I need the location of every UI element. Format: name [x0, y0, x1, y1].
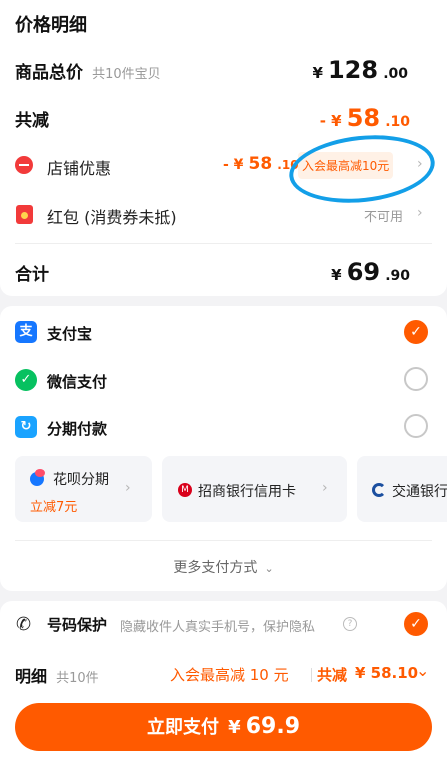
bottom-promo: 入会最高减 10 元: [170, 666, 289, 684]
membership-badge[interactable]: 入会最高减10元: [298, 152, 394, 179]
shop-discount-label: 店铺优惠: [47, 159, 112, 178]
help-icon[interactable]: ?: [343, 617, 357, 631]
alipay-row[interactable]: 支 支付宝 ✓: [15, 318, 432, 348]
shop-discount-row[interactable]: 店铺优惠 - ¥ 58 .10 入会最高减10元 ›: [15, 152, 432, 180]
bottom-separator: [311, 668, 312, 682]
bocom-card-label: 交通银行: [392, 484, 447, 500]
more-payment-divider: [15, 540, 432, 541]
huabei-title: 花呗分期: [53, 472, 109, 488]
cmb-card-label: 招商银行信用卡: [198, 484, 296, 500]
discount-price: - ¥ 58 .10: [319, 104, 410, 132]
chevron-right-icon: ›: [322, 480, 328, 496]
bottom-discount-label: 共减: [317, 666, 348, 684]
red-packet-row[interactable]: 红包 (消费券未抵) 不可用 ›: [15, 201, 432, 229]
more-payment-button[interactable]: 更多支付方式 ⌄: [0, 557, 447, 577]
detail-count: 共10件: [56, 671, 99, 686]
payment-card: 支 支付宝 ✓ ✓ 微信支付 ↻ 分期付款: [0, 306, 447, 591]
total-row: 商品总价 共10件宝贝 ¥ 128 .00: [15, 56, 432, 88]
detail-label: 明细: [15, 667, 48, 686]
sum-row: 合计 ¥ 69 .90: [15, 258, 432, 290]
sum-price: ¥ 69 .90: [331, 258, 410, 286]
privacy-label: 号码保护: [47, 616, 108, 634]
cmb-bank-icon: M: [178, 483, 192, 497]
privacy-card: ✆ 号码保护 隐藏收件人真实手机号，保护隐私 ? ✓: [0, 601, 447, 647]
bocom-card-tile[interactable]: 交通银行: [357, 456, 447, 522]
bottom-discount-value: ¥ 58.10: [355, 664, 419, 682]
price-detail-card: 价格明细 商品总价 共10件宝贝 ¥ 128 .00 共减 - ¥ 58 .10…: [0, 0, 447, 296]
bottom-bar: 明细 共10件 入会最高减 10 元 共减 ¥ 58.10 ⌄ 立即支付 ¥ 6…: [0, 647, 447, 766]
wechat-row[interactable]: ✓ 微信支付: [15, 366, 432, 396]
huabei-icon: [30, 469, 45, 486]
wechat-pay-icon: ✓: [15, 369, 37, 391]
chevron-right-icon: ›: [417, 156, 423, 172]
huabei-subtitle: 立减7元: [30, 500, 78, 515]
discount-label: 共减: [15, 111, 49, 131]
divider: [15, 243, 432, 244]
shop-discount-amount: - ¥ 58 .10: [223, 154, 299, 174]
alipay-radio-checked[interactable]: ✓: [404, 320, 428, 344]
total-count: 共10件宝贝: [92, 67, 161, 82]
bocom-bank-icon: [372, 483, 386, 497]
wechat-radio[interactable]: [404, 367, 428, 391]
red-packet-label: 红包 (消费券未抵): [47, 208, 177, 227]
pay-now-amount: 69.9: [245, 714, 300, 739]
red-packet-status: 不可用: [364, 210, 404, 225]
installment-radio[interactable]: [404, 414, 428, 438]
more-payment-label: 更多支付方式: [173, 560, 258, 576]
wechat-label: 微信支付: [47, 373, 108, 391]
sum-label: 合计: [15, 265, 49, 285]
chevron-down-icon: ⌄: [416, 661, 430, 680]
chevron-down-icon: ⌄: [264, 562, 274, 575]
privacy-description: 隐藏收件人真实手机号，保护隐私: [120, 620, 316, 635]
shop-discount-icon: [15, 156, 33, 174]
total-price: ¥ 128 .00: [312, 56, 408, 84]
page-title: 价格明细: [15, 15, 87, 36]
chevron-right-icon: ›: [417, 205, 423, 221]
installment-icon: ↻: [15, 416, 37, 438]
huabei-tile[interactable]: 花呗分期 立减7元 ›: [15, 456, 152, 522]
installment-label: 分期付款: [47, 420, 108, 438]
pay-now-button[interactable]: 立即支付 ¥ 69.9: [15, 703, 432, 751]
alipay-icon: 支: [15, 321, 37, 343]
privacy-toggle-checked[interactable]: ✓: [404, 612, 428, 636]
installment-row[interactable]: ↻ 分期付款: [15, 413, 432, 443]
pay-now-label: 立即支付: [147, 717, 219, 738]
pay-now-currency: ¥: [228, 717, 241, 738]
phone-icon: ✆: [16, 614, 32, 635]
discount-row: 共减 - ¥ 58 .10: [15, 104, 432, 136]
cmb-card-tile[interactable]: M 招商银行信用卡 ›: [162, 456, 347, 522]
chevron-right-icon: ›: [125, 480, 131, 496]
alipay-label: 支付宝: [47, 325, 93, 343]
bottom-detail-row[interactable]: 明细 共10件 入会最高减 10 元 共减 ¥ 58.10 ⌄: [15, 661, 432, 689]
red-packet-icon: [16, 205, 33, 224]
total-label: 商品总价: [15, 63, 83, 83]
